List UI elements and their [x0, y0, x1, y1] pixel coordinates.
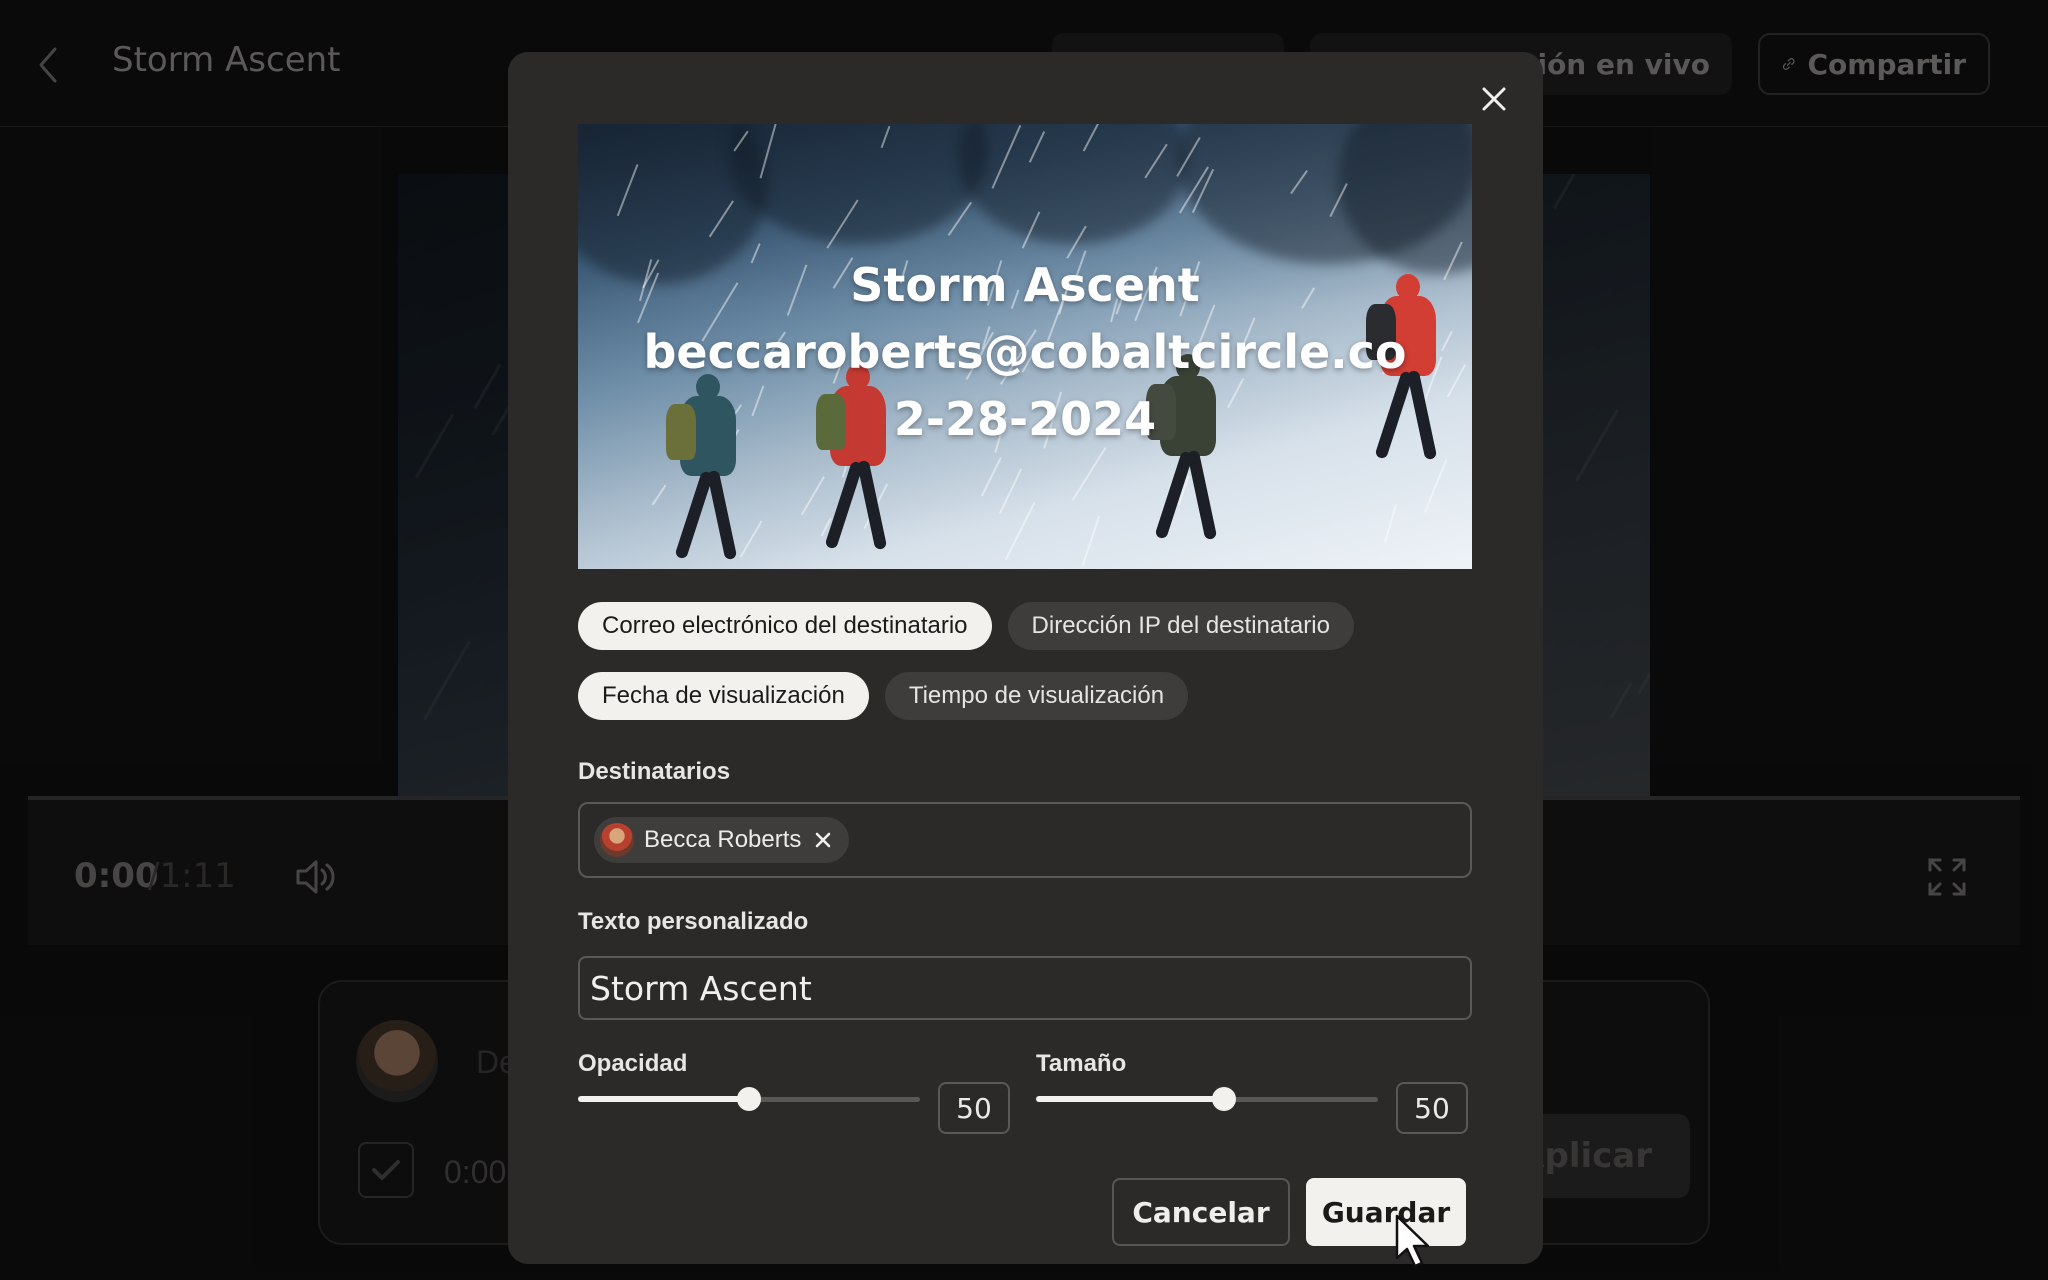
- close-button[interactable]: [1472, 77, 1516, 121]
- chip-recipient-ip[interactable]: Dirección IP del destinatario: [1007, 602, 1354, 650]
- snow-streak: [1071, 447, 1107, 501]
- watermark-line-email: beccaroberts@cobaltcircle.co: [643, 325, 1407, 379]
- watermark-option-row: Correo electrónico del destinatario Dire…: [578, 602, 1354, 650]
- chip-view-time[interactable]: Tiempo de visualización: [884, 672, 1189, 720]
- save-button[interactable]: Guardar: [1306, 1178, 1466, 1246]
- size-label: Tamaño: [1036, 1050, 1127, 1077]
- custom-text-input[interactable]: [578, 956, 1472, 1020]
- watermark-preview: Storm Ascent beccaroberts@cobaltcircle.c…: [578, 124, 1472, 569]
- snowy-tree: [728, 124, 988, 244]
- opacity-slider[interactable]: [578, 1084, 920, 1114]
- opacity-label: Opacidad: [578, 1050, 688, 1077]
- size-slider[interactable]: [1036, 1084, 1378, 1114]
- recipient-chip: Becca Roberts: [594, 817, 850, 863]
- slider-fill: [578, 1096, 749, 1102]
- snow-streak: [1384, 504, 1397, 543]
- watermark-line-date: 2-28-2024: [893, 392, 1157, 446]
- snow-streak: [1082, 515, 1101, 566]
- close-icon: [816, 832, 831, 848]
- snow-streak: [998, 468, 1023, 515]
- slider-fill: [1036, 1096, 1225, 1102]
- recipients-field[interactable]: Becca Roberts: [578, 802, 1472, 878]
- opacity-value[interactable]: 50: [938, 1082, 1010, 1134]
- chip-view-date[interactable]: Fecha de visualización: [578, 672, 869, 720]
- recipient-name: Becca Roberts: [644, 826, 802, 853]
- close-icon: [1482, 87, 1506, 111]
- chip-recipient-email[interactable]: Correo electrónico del destinatario: [578, 602, 992, 650]
- watermark-text: Storm Ascent beccaroberts@cobaltcircle.c…: [578, 252, 1472, 453]
- avatar: [600, 823, 634, 857]
- snow-streak: [981, 457, 1002, 497]
- watermark-option-row: Fecha de visualización Tiempo de visuali…: [578, 672, 1189, 720]
- remove-recipient-button[interactable]: [811, 828, 835, 852]
- custom-text-label: Texto personalizado: [578, 908, 809, 935]
- watermark-line-title: Storm Ascent: [850, 258, 1200, 312]
- slider-handle[interactable]: [1212, 1087, 1237, 1111]
- snow-streak: [1004, 501, 1036, 561]
- mouse-cursor-icon: [1395, 1214, 1430, 1268]
- recipients-label: Destinatarios: [578, 758, 731, 785]
- slider-handle[interactable]: [737, 1087, 761, 1111]
- watermark-dialog: Storm Ascent beccaroberts@cobaltcircle.c…: [508, 52, 1543, 1264]
- size-value[interactable]: 50: [1396, 1082, 1468, 1134]
- cancel-button[interactable]: Cancelar: [1112, 1178, 1290, 1246]
